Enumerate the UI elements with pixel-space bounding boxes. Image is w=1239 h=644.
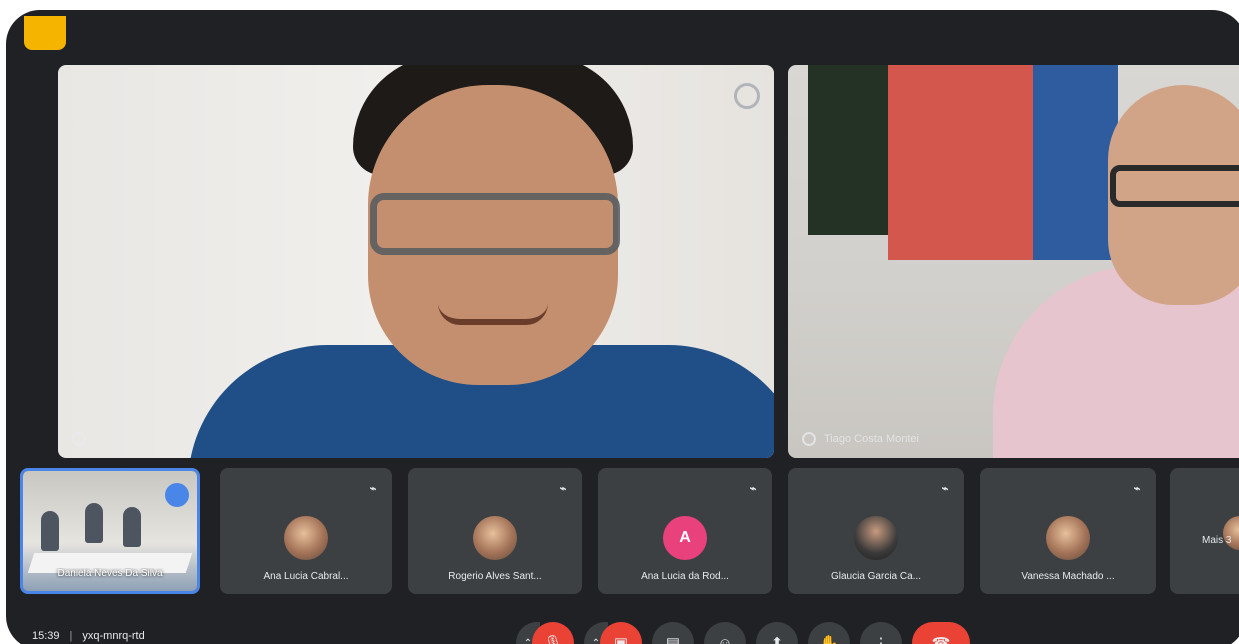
background-curtain-blue bbox=[1033, 65, 1118, 260]
participant-glasses bbox=[1110, 165, 1239, 207]
emoji-icon[interactable]: ☺ bbox=[704, 622, 746, 644]
tile-name: Tiago Costa Montei bbox=[824, 433, 919, 445]
more-participants-label: Mais 3 bbox=[1202, 535, 1232, 546]
mic-off-icon: ⌁ bbox=[1133, 483, 1141, 495]
thumb-name: Daniela Neves Da Silva bbox=[57, 568, 163, 579]
scene-person bbox=[41, 511, 59, 551]
scene-person bbox=[123, 507, 141, 547]
chat-bubble-icon bbox=[165, 483, 189, 507]
mic-off-icon: ⌁ bbox=[369, 483, 377, 495]
thumb-name: Glaucia Garcia Ca... bbox=[830, 571, 922, 582]
avatar bbox=[1046, 516, 1090, 560]
mic-control-group: ⌃ 🎙 bbox=[516, 622, 574, 644]
meeting-time: 15:39 bbox=[32, 630, 60, 642]
main-video-tile-2[interactable]: Tiago Costa Montei bbox=[788, 65, 1239, 458]
main-video-tile-1[interactable] bbox=[58, 65, 774, 458]
participant-thumb-room[interactable]: Daniela Neves Da Silva bbox=[20, 468, 200, 594]
camera-control-group: ⌃ ▣ bbox=[584, 622, 642, 644]
mic-off-icon: ⌁ bbox=[559, 483, 567, 495]
divider: | bbox=[69, 630, 73, 642]
thumb-name: Rogerio Alves Sant... bbox=[448, 571, 542, 582]
participant-thumb[interactable]: ⌁ Ana Lucia Cabral... bbox=[220, 468, 392, 594]
background-window bbox=[808, 65, 888, 235]
present-screen-icon[interactable]: ⬆ bbox=[756, 622, 798, 644]
participant-filmstrip: Daniela Neves Da Silva ⌁ Ana Lucia Cabra… bbox=[20, 468, 1239, 604]
call-end-icon[interactable]: ☎ bbox=[912, 622, 970, 644]
background-curtain-red bbox=[888, 65, 1033, 260]
participant-thumb[interactable]: ⌁ Vanessa Machado ... bbox=[980, 468, 1156, 594]
thumb-name: Ana Lucia da Rod... bbox=[641, 571, 729, 582]
participant-thumb[interactable]: ⌁ A Ana Lucia da Rod... bbox=[598, 468, 772, 594]
avatar bbox=[473, 516, 517, 560]
call-controls: ⌃ 🎙 ⌃ ▣ ▤ ☺ ⬆ ✋ ⋮ ☎ bbox=[516, 622, 970, 644]
thumb-name: Vanessa Machado ... bbox=[1021, 571, 1115, 582]
meeting-info: 15:39 | yxq-mnrq-rtd bbox=[32, 630, 145, 642]
mic-icon bbox=[802, 432, 816, 446]
more-participants-tile[interactable]: Mais 3 bbox=[1170, 468, 1239, 594]
meet-window: Tiago Costa Montei Daniela Neves Da Silv… bbox=[6, 10, 1239, 644]
avatar-initial: A bbox=[663, 516, 707, 560]
mic-off-icon: ⌁ bbox=[749, 483, 757, 495]
more-options-icon[interactable] bbox=[734, 83, 760, 109]
avatar bbox=[284, 516, 328, 560]
mic-icon bbox=[72, 432, 86, 446]
more-vert-icon[interactable]: ⋮ bbox=[860, 622, 902, 644]
corner-badge bbox=[24, 16, 66, 50]
participant-thumb[interactable]: ⌁ Rogerio Alves Sant... bbox=[408, 468, 582, 594]
captions-icon[interactable]: ▤ bbox=[652, 622, 694, 644]
hand-icon[interactable]: ✋ bbox=[808, 622, 850, 644]
tile-name-tag bbox=[72, 432, 94, 446]
thumb-name: Ana Lucia Cabral... bbox=[263, 571, 349, 582]
tile-name-tag: Tiago Costa Montei bbox=[802, 432, 919, 446]
scene-person bbox=[85, 503, 103, 543]
meeting-code: yxq-mnrq-rtd bbox=[82, 630, 145, 642]
participant-thumb[interactable]: ⌁ Glaucia Garcia Ca... bbox=[788, 468, 964, 594]
bottom-control-bar: 15:39 | yxq-mnrq-rtd ⌃ 🎙 ⌃ ▣ ▤ ☺ ⬆ ✋ ⋮ ☎ bbox=[6, 622, 1239, 644]
participant-smile bbox=[438, 303, 548, 325]
mic-off-icon: ⌁ bbox=[941, 483, 949, 495]
participant-glasses bbox=[370, 193, 620, 255]
avatar bbox=[854, 516, 898, 560]
